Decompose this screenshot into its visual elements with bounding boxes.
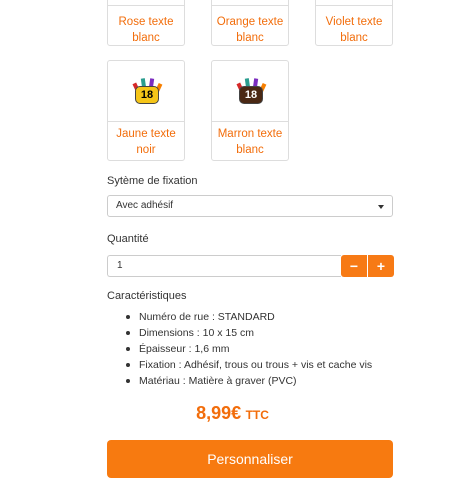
- swatch-image: 18: [108, 61, 184, 122]
- swatch-jaune[interactable]: 18 Jaune texte noir: [107, 60, 185, 161]
- swatch-rose[interactable]: Rose texte blanc: [107, 0, 185, 46]
- swatch-image: [212, 0, 288, 6]
- price-amount: 8,99€: [196, 403, 242, 423]
- swatch-image: [108, 0, 184, 6]
- swatch-label: Violet texte blanc: [325, 16, 383, 44]
- swatch-label: Rose texte blanc: [118, 16, 174, 44]
- quantity-label: Quantité: [107, 233, 149, 245]
- characteristics-title: Caractéristiques: [107, 290, 187, 302]
- caret-down-icon: [378, 205, 384, 209]
- list-item: Épaisseur : 1,6 mm: [124, 341, 372, 357]
- swatch-label: Jaune texte noir: [116, 128, 176, 156]
- plate-number: 18: [135, 86, 159, 104]
- characteristics-list: Numéro de rue : STANDARD Dimensions : 10…: [124, 309, 372, 389]
- minus-button[interactable]: −: [341, 255, 367, 277]
- swatch-image: [316, 0, 392, 6]
- swatch-orange[interactable]: Orange texte blanc: [211, 0, 289, 46]
- swatch-image: 18: [212, 61, 288, 122]
- list-item: Fixation : Adhésif, trous ou trous + vis…: [124, 357, 372, 373]
- fixation-selected-value: Avec adhésif: [116, 200, 174, 211]
- quantity-input[interactable]: 1: [107, 255, 341, 277]
- swatch-marron[interactable]: 18 Marron texte blanc: [211, 60, 289, 161]
- plate-icon: 18: [130, 77, 164, 111]
- fixation-select[interactable]: Avec adhésif: [107, 195, 393, 217]
- swatch-label: Orange texte blanc: [216, 16, 284, 44]
- plate-number: 18: [239, 86, 263, 104]
- plus-button[interactable]: +: [368, 255, 394, 277]
- swatch-label: Marron texte blanc: [217, 128, 283, 156]
- fixation-label: Sytème de fixation: [107, 175, 198, 187]
- personnaliser-button[interactable]: Personnaliser: [107, 440, 393, 478]
- list-item: Dimensions : 10 x 15 cm: [124, 325, 372, 341]
- swatch-violet[interactable]: Violet texte blanc: [315, 0, 393, 46]
- price-suffix: TTC: [245, 408, 269, 422]
- list-item: Numéro de rue : STANDARD: [124, 309, 372, 325]
- plate-icon: 18: [234, 77, 268, 111]
- list-item: Matériau : Matière à graver (PVC): [124, 373, 372, 389]
- price: 8,99€ TTC: [0, 403, 465, 424]
